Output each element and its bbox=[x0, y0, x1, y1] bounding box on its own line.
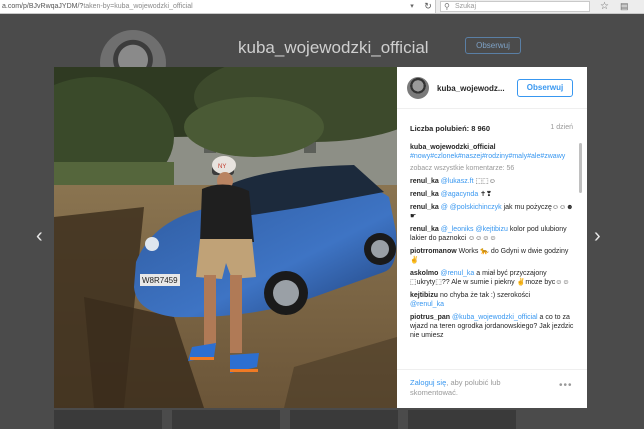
comment-text: ✝❣ bbox=[478, 191, 492, 198]
login-link[interactable]: Zaloguj się bbox=[410, 378, 446, 387]
browser-toolbar: a.com/p/BJvRwqaJYDM/?taken-by=kuba_wojew… bbox=[0, 0, 644, 14]
post-photo-illustration: W8R7459 NY bbox=[54, 67, 397, 408]
comment-mention[interactable]: @ @polskichinczyk bbox=[441, 204, 502, 211]
post-details-panel: kuba_wojewodz... Obserwuj Liczba polubie… bbox=[397, 67, 587, 408]
caption-username[interactable]: kuba_wojewodzki_official bbox=[410, 144, 496, 151]
search-placeholder: Szukaj bbox=[455, 3, 477, 10]
login-prompt: Zaloguj się, aby polubić lub skomentować… bbox=[410, 378, 540, 398]
comment-username[interactable]: piotrromanow bbox=[410, 248, 457, 255]
follow-button[interactable]: Obserwuj bbox=[517, 79, 573, 97]
profile-follow-button: Obserwuj bbox=[465, 37, 521, 54]
comment: askolmo @renul_ka a miał być przyczajony… bbox=[410, 269, 574, 287]
previous-post-chevron-icon[interactable]: ‹ bbox=[36, 226, 43, 246]
comment-username[interactable]: askolmo bbox=[410, 270, 438, 277]
search-icon: ⚲ bbox=[444, 2, 450, 11]
post-photo[interactable]: W8R7459 NY bbox=[54, 67, 397, 408]
post-header: kuba_wojewodz... Obserwuj bbox=[397, 67, 587, 109]
comment-username[interactable]: renul_ka bbox=[410, 226, 439, 233]
comment: renul_ka @agacynda ✝❣ bbox=[410, 190, 574, 199]
comment-text: ⬚⬚☺ bbox=[473, 178, 496, 185]
comment-mention[interactable]: @agacynda bbox=[441, 191, 478, 198]
bookmark-star-icon[interactable]: ☆ bbox=[600, 0, 609, 13]
comment-mention[interactable]: @kuba_wojewodzki_official bbox=[452, 314, 538, 321]
address-bar[interactable]: a.com/p/BJvRwqaJYDM/?taken-by=kuba_wojew… bbox=[0, 0, 436, 13]
comment-username[interactable]: piotrus_pan bbox=[410, 314, 450, 321]
author-avatar[interactable] bbox=[407, 77, 429, 99]
post-timestamp[interactable]: 1 dzień bbox=[550, 124, 573, 131]
bookmarks-menu-icon[interactable]: ▤ bbox=[620, 0, 629, 13]
post-footer: Zaloguj się, aby polubić lub skomentować… bbox=[397, 369, 587, 408]
url-dropdown-icon[interactable]: ▾ bbox=[407, 0, 417, 13]
comment-mention[interactable]: @renul_ka bbox=[410, 301, 444, 308]
grid-thumbnail bbox=[408, 410, 516, 429]
view-all-comments-link[interactable]: zobacz wszystkie komentarze: 56 bbox=[410, 164, 574, 173]
comment: kejtibizu no chyba że tak :) szerokości @… bbox=[410, 291, 574, 309]
grid-thumbnail bbox=[172, 410, 280, 429]
comment: piotrus_pan @kuba_wojewodzki_official a … bbox=[410, 313, 574, 340]
comment-text: no chyba że tak :) szerokości bbox=[438, 292, 531, 299]
comment: renul_ka @_leoniks @kejtibizu kolor pod … bbox=[410, 225, 574, 243]
comment: renul_ka @lukasz.ft ⬚⬚☺ bbox=[410, 177, 574, 186]
post-caption: kuba_wojewodzki_official #nowy#czlonek#n… bbox=[410, 143, 574, 161]
comment: renul_ka @ @polskichinczyk jak mu pożycz… bbox=[410, 203, 574, 221]
license-plate-text: W8R7459 bbox=[142, 276, 178, 285]
comment-username[interactable]: renul_ka bbox=[410, 204, 439, 211]
reload-icon[interactable]: ↻ bbox=[421, 0, 435, 13]
url-prefix: a.com/p/BJvRwqaJYDM/? bbox=[2, 3, 84, 10]
profile-username: kuba_wojewodzki_official bbox=[238, 38, 429, 57]
comment-mention[interactable]: @renul_ka bbox=[440, 270, 474, 277]
grid-thumbnail bbox=[54, 410, 162, 429]
comment-username[interactable]: renul_ka bbox=[410, 191, 439, 198]
next-post-chevron-icon[interactable]: › bbox=[594, 226, 601, 246]
likes-count[interactable]: Liczba polubień: 8 960 bbox=[410, 124, 490, 133]
comments-scrollbar[interactable] bbox=[579, 143, 582, 193]
comment-mention[interactable]: @lukasz.ft bbox=[441, 178, 474, 185]
search-input[interactable]: ⚲ Szukaj bbox=[440, 1, 590, 12]
comment-username[interactable]: renul_ka bbox=[410, 178, 439, 185]
grid-thumbnail bbox=[290, 410, 398, 429]
caption-hashtags[interactable]: #nowy#czlonek#naszej#rodziny#maly#ale#zw… bbox=[410, 153, 565, 160]
comment: piotrromanow Works 🐆 do Gdyni w dwie god… bbox=[410, 247, 574, 265]
comment-username[interactable]: kejtibizu bbox=[410, 292, 438, 299]
more-options-icon[interactable]: ••• bbox=[559, 380, 573, 391]
cap-text: NY bbox=[218, 164, 226, 170]
comment-mention[interactable]: @_leoniks @kejtibizu bbox=[441, 226, 508, 233]
url-query: taken-by=kuba_wojewodzki_official bbox=[83, 3, 193, 10]
comments-list[interactable]: kuba_wojewodzki_official #nowy#czlonek#n… bbox=[410, 143, 574, 365]
author-username[interactable]: kuba_wojewodz... bbox=[437, 84, 505, 93]
